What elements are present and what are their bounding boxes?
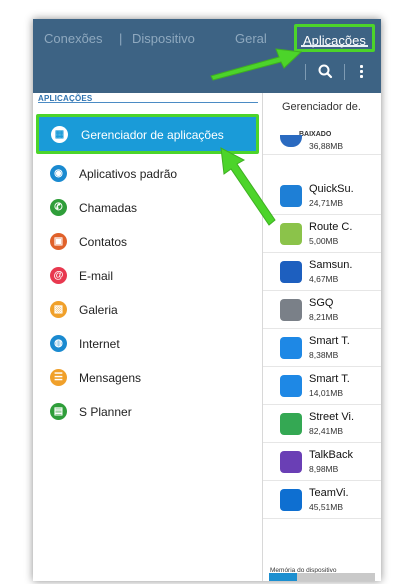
row-divider (263, 154, 381, 155)
row-divider (263, 442, 381, 443)
top-tab-bar: Conexões | Dispositivo Geral Aplicações (33, 19, 381, 93)
menu-item-label: Mensagens (79, 371, 142, 385)
toolbar-divider (344, 64, 345, 80)
app-row[interactable]: Smart T. 8,38MB (263, 331, 381, 367)
app-size: 8,98MB (309, 464, 339, 474)
app-size: 36,88MB (309, 141, 344, 151)
app-name: TalkBack (309, 449, 354, 461)
menu-item-9[interactable]: ▤ S Planner (33, 395, 262, 429)
app-name: Route C. (309, 221, 353, 233)
section-divider (38, 102, 258, 103)
app-size: 24,71MB (309, 198, 344, 208)
app-name: TeamVi. (309, 487, 349, 499)
downloaded-section-label: BAIXADO (299, 131, 332, 138)
menu-item-label: Contatos (79, 235, 128, 249)
row-divider (263, 328, 381, 329)
app-size: 82,41MB (309, 426, 344, 436)
row-divider (263, 214, 381, 215)
menu-item-label: Aplicativos padrão (79, 167, 178, 181)
row-divider (263, 480, 381, 481)
app-row[interactable]: 36,88MB (263, 135, 381, 155)
app-row[interactable]: Street Vi. 82,41MB (263, 407, 381, 443)
app-icon (280, 337, 302, 359)
row-divider (263, 404, 381, 405)
app-name: Smart T. (309, 335, 350, 347)
app-icon (280, 489, 302, 511)
menu-item-label: E-mail (79, 269, 114, 283)
menu-item-1[interactable]: ▦ Gerenciador de aplicações (36, 114, 259, 154)
app-icon (280, 299, 302, 321)
toolbar-divider (305, 64, 306, 80)
menu-item-3[interactable]: ✆ Chamadas (33, 191, 262, 225)
app-icon (280, 135, 302, 147)
app-row[interactable]: TalkBack 8,98MB (263, 445, 381, 481)
phone-screen: Conexões | Dispositivo Geral Aplicações … (33, 19, 381, 581)
gallery-icon: ▧ (50, 301, 67, 318)
menu-item-label: Gerenciador de aplicações (81, 128, 224, 142)
tab-separator: | (119, 31, 123, 46)
app-size: 8,38MB (309, 350, 339, 360)
app-name: QuickSu. (309, 183, 354, 195)
menu-item-label: Galeria (79, 303, 118, 317)
calendar-icon: ▤ (50, 403, 67, 420)
menu-item-8[interactable]: ☰ Mensagens (33, 361, 262, 395)
app-icon (280, 375, 302, 397)
app-icon (280, 185, 302, 207)
app-row[interactable]: TeamVi. 45,51MB (263, 483, 381, 519)
app-size: 8,21MB (309, 312, 339, 322)
app-size: 4,67MB (309, 274, 339, 284)
row-divider (263, 252, 381, 253)
menu-item-6[interactable]: ▧ Galeria (33, 293, 262, 327)
app-size: 5,00MB (309, 236, 339, 246)
app-name: Smart T. (309, 373, 350, 385)
row-divider (263, 366, 381, 367)
preview-header: Gerenciador de. (282, 101, 361, 113)
device-memory-bar (269, 573, 375, 581)
menu-item-7[interactable]: ◍ Internet (33, 327, 262, 361)
app-icon (280, 413, 302, 435)
app-row[interactable]: Route C. 5,00MB (263, 217, 381, 253)
menu-item-label: S Planner (79, 405, 132, 419)
globe-icon: ◍ (50, 335, 67, 352)
settings-category-list: APLICAÇÕES ▦ Gerenciador de aplicações ◉ Ap… (33, 93, 262, 581)
app-name: Samsun. (309, 259, 353, 271)
tab-dispositivo[interactable]: Dispositivo (132, 31, 195, 46)
menu-item-label: Chamadas (79, 201, 138, 215)
app-name: SGQ (309, 297, 334, 309)
tab-aplicacoes[interactable]: Aplicações (294, 24, 375, 52)
more-options-icon[interactable] (356, 64, 366, 80)
device-memory-used (269, 573, 297, 581)
app-row[interactable]: Samsun. 4,67MB (263, 255, 381, 291)
contacts-icon: ▣ (50, 233, 67, 250)
grid-icon: ▦ (51, 126, 68, 143)
menu-item-2[interactable]: ◉ Aplicativos padrão (33, 157, 262, 191)
app-row[interactable]: QuickSu. 24,71MB (263, 179, 381, 215)
tab-conexoes[interactable]: Conexões (44, 31, 103, 46)
app-size: 14,01MB (309, 388, 344, 398)
messages-icon: ☰ (50, 369, 67, 386)
email-icon: @ (50, 267, 67, 284)
app-size: 45,51MB (309, 502, 344, 512)
search-icon[interactable] (316, 63, 336, 81)
menu-item-label: Internet (79, 337, 120, 351)
tab-geral[interactable]: Geral (235, 31, 267, 46)
app-row[interactable]: Smart T. 14,01MB (263, 369, 381, 405)
phone-icon: ✆ (50, 199, 67, 216)
app-icon (280, 223, 302, 245)
app-row[interactable]: SGQ 8,21MB (263, 293, 381, 329)
app-name: Street Vi. (309, 411, 355, 423)
menu-item-4[interactable]: ▣ Contatos (33, 225, 262, 259)
row-divider (263, 518, 381, 519)
app-icon (280, 451, 302, 473)
menu-item-5[interactable]: @ E-mail (33, 259, 262, 293)
apps-default-icon: ◉ (50, 165, 67, 182)
app-manager-preview: Gerenciador de. BAIXADO 36,88MB QuickSu. 2… (263, 93, 381, 581)
row-divider (263, 290, 381, 291)
app-icon (280, 261, 302, 283)
